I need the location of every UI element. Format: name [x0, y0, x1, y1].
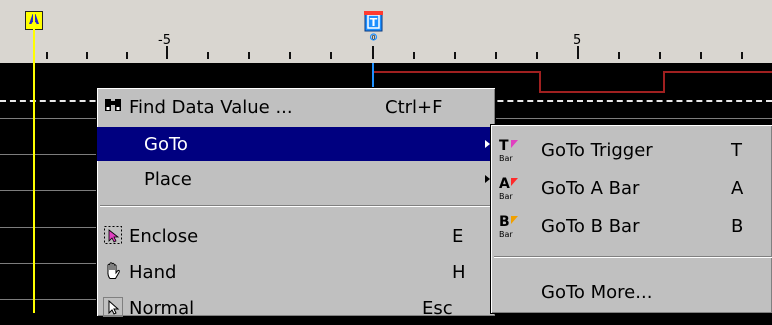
ruler-tick-label-zero: 0 — [372, 35, 376, 42]
submenu-item-goto-b-bar[interactable]: B Bar GoTo B Bar B — [491, 209, 772, 243]
menu-item-label: Enclose — [129, 226, 199, 247]
submenu-item-shortcut: A — [731, 178, 744, 199]
goto-trigger-icon: T Bar — [499, 138, 518, 163]
menu-separator — [494, 256, 772, 258]
ruler-tick — [495, 52, 497, 59]
menu-item-shortcut: E — [452, 226, 464, 247]
ruler-tick — [207, 52, 209, 59]
ruler-tick — [536, 52, 538, 59]
svg-text:A: A — [499, 176, 510, 192]
menu-item-normal[interactable]: Normal Esc — [97, 291, 495, 325]
goto-b-bar-icon: B Bar — [499, 214, 518, 239]
a-bar-cursor-line[interactable] — [33, 12, 35, 313]
ruler-tick — [741, 52, 743, 59]
menu-item-find-data-value[interactable]: Find Data Value ... Ctrl+F — [97, 90, 495, 124]
goto-submenu: T Bar GoTo Trigger T A Bar GoTo A Bar A … — [490, 124, 772, 314]
ruler-tick — [289, 52, 291, 59]
menu-item-label: Find Data Value ... — [129, 97, 293, 118]
pointer-icon — [103, 297, 123, 317]
menu-item-shortcut: H — [452, 262, 466, 283]
submenu-item-shortcut: T — [731, 140, 742, 161]
submenu-item-shortcut: B — [731, 216, 744, 237]
ruler-tick — [659, 52, 661, 59]
menu-item-enclose[interactable]: Enclose E — [97, 219, 495, 253]
menu-item-label: GoTo — [144, 134, 188, 155]
ruler-tick — [618, 52, 620, 59]
ruler-tick — [413, 52, 415, 59]
enclose-icon — [104, 226, 122, 244]
ruler-tick — [86, 52, 88, 59]
submenu-item-label: GoTo A Bar — [541, 178, 640, 199]
menu-item-label: Hand — [129, 262, 177, 283]
ruler-tick-label: -5 — [158, 33, 171, 48]
context-menu: Find Data Value ... Ctrl+F GoTo Place En… — [96, 87, 496, 319]
submenu-item-goto-trigger[interactable]: T Bar GoTo Trigger T — [491, 133, 772, 167]
ruler-tick — [330, 52, 332, 59]
ruler-tick — [248, 52, 250, 59]
ruler-tick — [126, 52, 128, 59]
menu-item-label: Place — [144, 169, 192, 190]
menu-item-label: Normal — [129, 298, 195, 319]
ruler-tick — [46, 52, 48, 59]
submenu-item-label: GoTo B Bar — [541, 216, 640, 237]
time-ruler[interactable]: -5 5 A T 0 — [0, 0, 772, 63]
submenu-item-goto-a-bar[interactable]: A Bar GoTo A Bar A — [491, 171, 772, 205]
ruler-tick — [454, 52, 456, 59]
trigger-marker[interactable]: T 0 — [364, 11, 383, 41]
ruler-tick-label: 5 — [573, 33, 582, 48]
ruler-tick — [700, 52, 702, 59]
submenu-item-label: GoTo More... — [541, 282, 653, 303]
svg-text:T: T — [499, 138, 509, 154]
svg-text:B: B — [499, 214, 510, 230]
ruler-tick — [372, 46, 374, 59]
menu-item-place[interactable]: Place — [97, 162, 495, 196]
svg-text:Bar: Bar — [499, 192, 513, 201]
trigger-marker-label: T — [370, 16, 378, 29]
svg-text:Bar: Bar — [499, 230, 513, 239]
hand-icon — [107, 262, 120, 279]
menu-item-shortcut: Ctrl+F — [385, 97, 443, 118]
submenu-item-label: GoTo Trigger — [541, 140, 653, 161]
svg-text:Bar: Bar — [499, 154, 513, 163]
menu-separator — [100, 205, 492, 207]
menu-item-hand[interactable]: Hand H — [97, 255, 495, 289]
menu-item-goto[interactable]: GoTo — [97, 127, 495, 161]
menu-item-shortcut: Esc — [422, 298, 453, 319]
goto-a-bar-icon: A Bar — [499, 176, 518, 201]
submenu-item-goto-more[interactable]: GoTo More... — [491, 275, 772, 309]
binoculars-icon — [105, 99, 121, 111]
